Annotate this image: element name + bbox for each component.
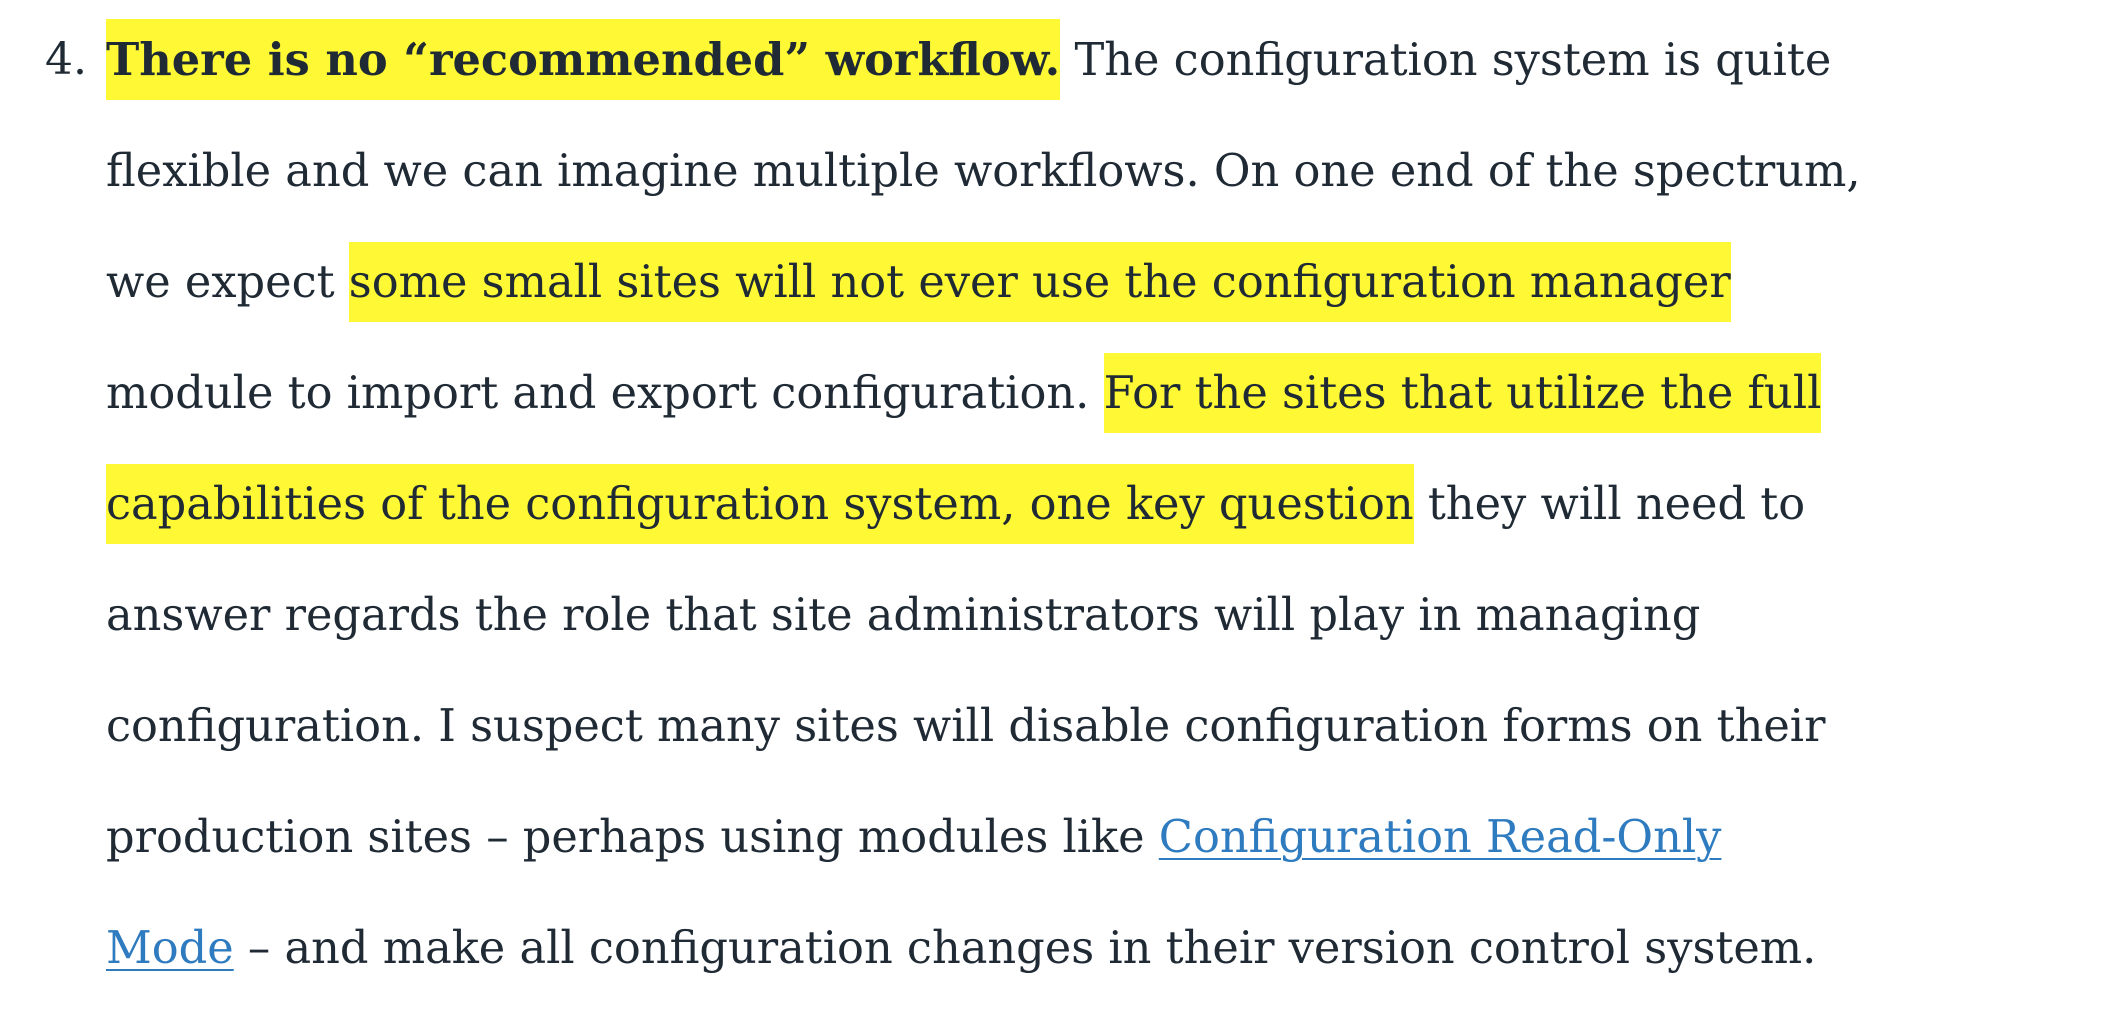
highlighted-text-1: some small sites will not ever use the c… [348, 242, 1731, 322]
line-9-text: – and make all configuration changes in … [233, 922, 1817, 974]
paragraph-line-1: There is no “recommended” workflow. The … [106, 4, 2106, 116]
line-1-text: The configuration system is quite [1060, 34, 1832, 86]
paragraph-line-7: configuration. I suspect many sites will… [106, 700, 1826, 752]
highlighted-text-3: capabilities of the configuration system… [106, 464, 1414, 544]
config-readonly-link-part-2[interactable]: Mode [106, 922, 234, 974]
highlighted-text-2: For the sites that utilize the full [1103, 353, 1822, 433]
paragraph-line-6: answer regards the role that site admini… [106, 589, 1701, 641]
paragraph-line-3: we expect some small sites will not ever… [106, 227, 2106, 338]
line-8-text: production sites – perhaps using modules… [106, 811, 1159, 863]
highlighted-heading: There is no “recommended” workflow. [106, 19, 1061, 100]
paragraph-line-2: flexible and we can imagine multiple wor… [106, 145, 1861, 197]
line-4-text: module to import and export configuratio… [106, 367, 1104, 419]
paragraph-line-5: capabilities of the configuration system… [106, 449, 2106, 560]
config-readonly-link-part-1[interactable]: Configuration Read-Only [1159, 811, 1722, 863]
paragraph-line-9: Mode – and make all configuration change… [106, 893, 2106, 1004]
paragraph-line-8: production sites – perhaps using modules… [106, 782, 2106, 893]
line-3-text: we expect [106, 256, 349, 308]
list-item-paragraph: There is no “recommended” workflow. The … [106, 0, 2106, 1000]
line-5-text: they will need to [1413, 478, 1806, 530]
document-page: 4. There is no “recommended” workflow. T… [0, 0, 2116, 1014]
paragraph-line-4: module to import and export configuratio… [106, 338, 2106, 449]
list-item-number: 4. [45, 34, 87, 85]
